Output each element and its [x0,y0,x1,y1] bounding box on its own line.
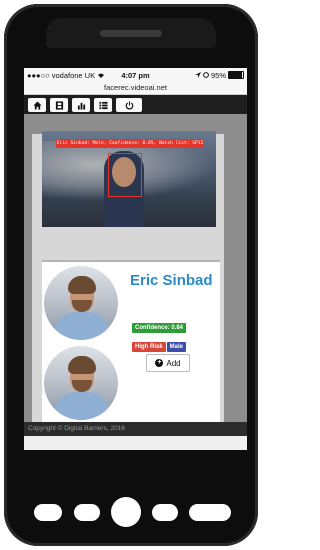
match-badges: Confidence: 0.84 High Risk Male [132,316,220,354]
status-bar: ●●●○○ vodafone UK 4:07 pm 95% [24,68,247,82]
phone-screen: ●●●○○ vodafone UK 4:07 pm 95% facerec.vi… [24,68,247,450]
phone-speaker [100,30,162,37]
footer: Copyright © Digital Barriers, 2016 [24,422,247,436]
avatar-hair [68,276,96,294]
film-icon [55,100,63,110]
status-right: 95% [194,70,244,80]
phone-search-key[interactable] [152,504,178,521]
power-icon [125,100,133,109]
nav-stats-button[interactable] [72,98,90,112]
list-icon [98,101,108,109]
phone-menu-key[interactable] [74,504,100,521]
avatar-hair [68,356,96,374]
nav-power-button[interactable] [116,98,142,112]
gender-badge: Male [166,342,187,352]
nav-home-button[interactable] [28,98,46,112]
detection-overlay-label: Eric Sinbad: Male, Confidence: 0.85, Wat… [56,139,204,148]
plus-circle-icon: + [155,359,164,367]
nav-list-button[interactable] [94,98,112,112]
main-content: Eric Sinbad: Male, Confidence: 0.85, Wat… [24,114,247,436]
phone-home-key[interactable] [111,497,141,527]
phone-recent-key[interactable] [189,504,231,521]
bar-chart-icon [77,102,85,110]
url-bar[interactable]: facerec.videoai.net [24,82,247,95]
add-button-label: Add [166,358,181,368]
captured-photo [44,346,118,420]
face-detection-box [108,153,142,197]
confidence-badge: Confidence: 0.84 [132,323,187,333]
risk-badge: High Risk [132,342,166,352]
location-icon [194,71,201,80]
camera-frame[interactable]: Eric Sinbad: Male, Confidence: 0.85, Wat… [42,131,216,227]
match-name: Eric Sinbad [130,272,213,289]
phone-back-key[interactable] [34,504,62,521]
match-card: Eric Sinbad Confidence: 0.84 High Risk Ma… [42,260,220,432]
home-icon [32,100,42,110]
alarm-icon [203,71,209,80]
battery-icon [228,71,244,79]
add-button[interactable]: + Add [146,354,190,372]
avatar-shirt [54,392,110,420]
watchlist-photo [44,266,118,340]
avatar-shirt [54,312,110,340]
battery-percent: 95% [210,70,226,80]
nav-bar [24,95,247,115]
nav-video-button[interactable] [50,98,68,112]
